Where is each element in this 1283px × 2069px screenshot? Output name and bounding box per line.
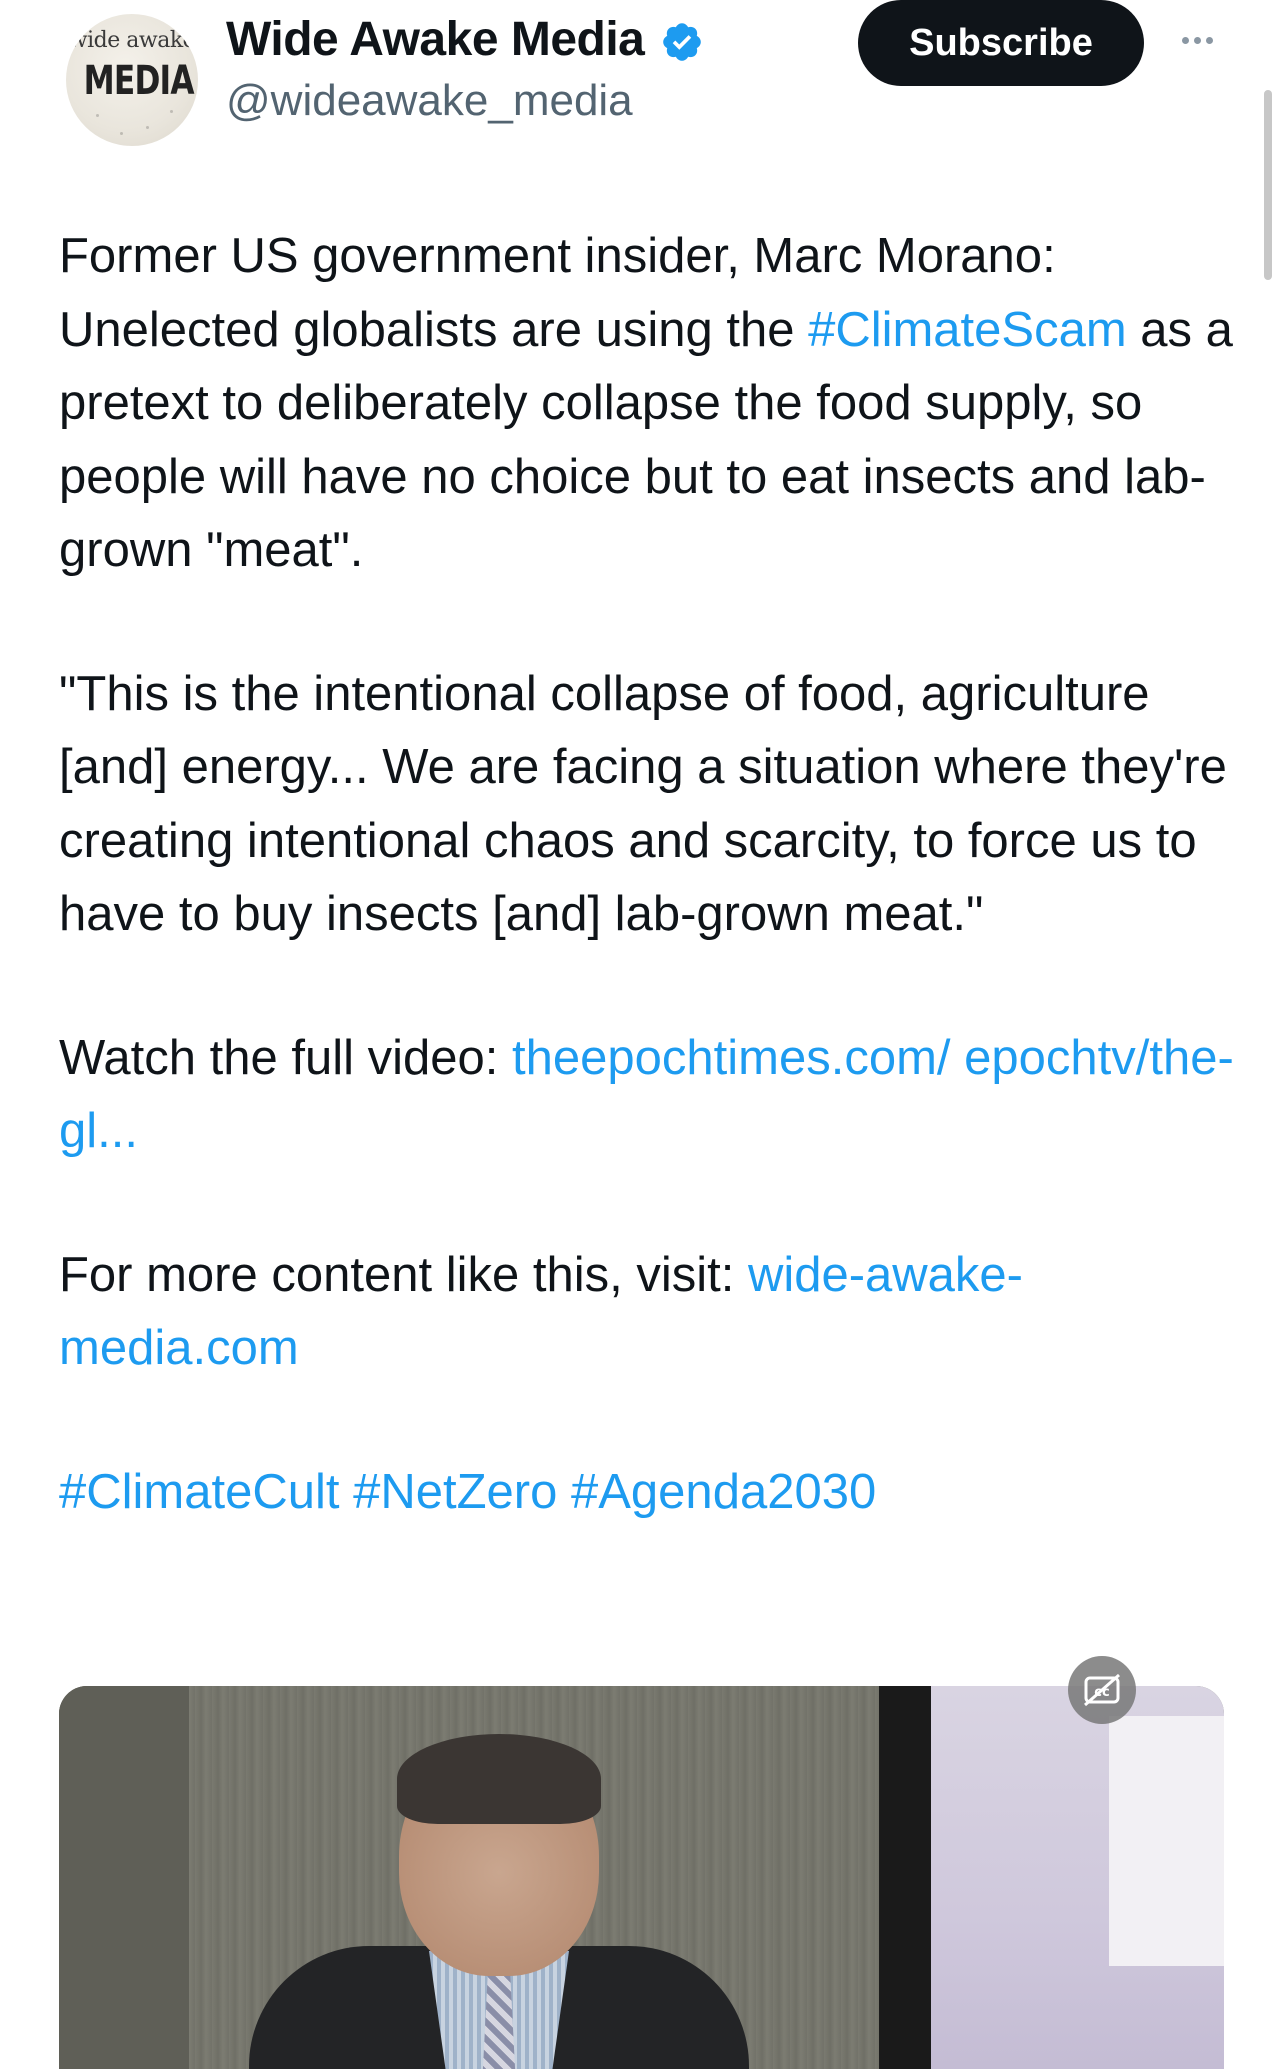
hashtag-line: #ClimateCult #NetZero #Agenda2030 bbox=[59, 1456, 1239, 1530]
video-background bbox=[1109, 1716, 1224, 1966]
video-background bbox=[59, 1686, 189, 2069]
video-player[interactable] bbox=[59, 1686, 1224, 2069]
verified-badge-icon bbox=[663, 23, 701, 61]
speaker-figure bbox=[397, 1734, 601, 1824]
avatar-texture bbox=[146, 126, 149, 129]
avatar-logo-bottom-text: MEDIA bbox=[83, 58, 195, 104]
avatar-texture bbox=[96, 114, 99, 117]
dot bbox=[1205, 36, 1213, 44]
paragraph-text: For more content like this, visit: bbox=[59, 1247, 748, 1302]
closed-captions-off-icon[interactable]: cc bbox=[1068, 1656, 1136, 1724]
svg-text:cc: cc bbox=[1094, 1685, 1109, 1700]
subscribe-button[interactable]: Subscribe bbox=[858, 0, 1144, 86]
video-background bbox=[879, 1686, 931, 2069]
hashtag-link[interactable]: #NetZero bbox=[353, 1465, 557, 1519]
paragraph-text: Watch the full video: bbox=[59, 1030, 513, 1085]
avatar[interactable]: wide awake MEDIA bbox=[66, 14, 198, 146]
avatar-logo-top-text: wide awake bbox=[68, 28, 196, 53]
avatar-texture bbox=[120, 132, 123, 135]
tweet-page: wide awake MEDIA Wide Awake Media @widea… bbox=[0, 0, 1283, 2069]
hashtag-link[interactable]: #Agenda2030 bbox=[571, 1465, 876, 1519]
more-options-icon[interactable] bbox=[1172, 20, 1222, 60]
tweet-paragraph-3: Watch the full video: theepochtimes.com/… bbox=[59, 1022, 1239, 1169]
user-handle[interactable]: @wideawake_media bbox=[226, 76, 633, 126]
dot bbox=[1193, 36, 1201, 44]
scrollbar[interactable] bbox=[1264, 90, 1272, 280]
dot bbox=[1181, 36, 1189, 44]
tweet-paragraph-4: For more content like this, visit: wide-… bbox=[59, 1239, 1239, 1386]
tweet-paragraph-1: Former US government insider, Marc Moran… bbox=[59, 220, 1239, 588]
display-name[interactable]: Wide Awake Media bbox=[226, 12, 645, 67]
tweet-text: Former US government insider, Marc Moran… bbox=[59, 220, 1239, 1529]
tweet-paragraph-2: "This is the intentional collapse of foo… bbox=[59, 666, 1227, 942]
closed-captions-off-icon: cc bbox=[1084, 1673, 1120, 1707]
hashtag-link[interactable]: #ClimateCult bbox=[59, 1465, 339, 1519]
hashtag-link[interactable]: #ClimateScam bbox=[808, 303, 1127, 357]
avatar-texture bbox=[170, 110, 173, 113]
